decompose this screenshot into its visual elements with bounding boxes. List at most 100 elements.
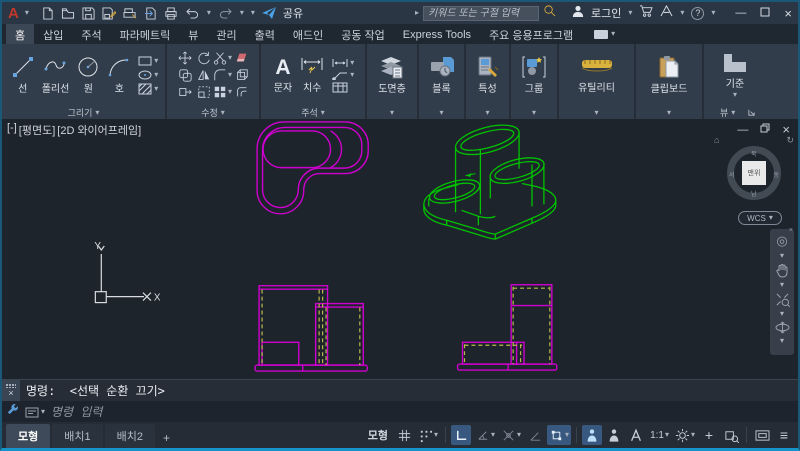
dimension-button[interactable]: 치수 bbox=[297, 56, 327, 94]
login-caret-icon[interactable]: ▾ bbox=[628, 9, 632, 17]
properties-button[interactable]: 특성 bbox=[474, 55, 502, 95]
tab-view[interactable]: 뷰 bbox=[179, 24, 207, 44]
save-as-icon[interactable] bbox=[102, 7, 116, 20]
compass-south[interactable]: 남 bbox=[751, 189, 757, 198]
panel-annotation-footer[interactable]: 주석▾ bbox=[261, 106, 365, 119]
array-button[interactable]: ▾ bbox=[213, 85, 232, 99]
rotate-button[interactable] bbox=[197, 51, 211, 65]
panel-draw-footer[interactable]: 그리기▾ bbox=[2, 106, 165, 119]
redo-icon[interactable] bbox=[218, 7, 233, 19]
search-expand-icon[interactable]: ▸ bbox=[415, 9, 419, 17]
annotation-autoscale-toggle[interactable] bbox=[604, 425, 624, 445]
leader-button[interactable]: ▾ bbox=[332, 70, 354, 80]
layout2-tab[interactable]: 배치2 bbox=[105, 424, 155, 448]
viewcube-home-icon[interactable]: ⌂ bbox=[714, 135, 719, 145]
panel-view-footer[interactable]: 뷰▾ bbox=[704, 106, 798, 119]
cart-icon[interactable] bbox=[639, 4, 653, 22]
snap-toggle[interactable]: ▾ bbox=[416, 425, 440, 445]
help-icon[interactable]: ? bbox=[691, 7, 704, 20]
polar-tracking-toggle[interactable]: ▾ bbox=[473, 425, 497, 445]
share-label[interactable]: 공유 bbox=[283, 5, 303, 21]
tab-manage[interactable]: 관리 bbox=[207, 24, 245, 44]
user-icon[interactable] bbox=[572, 4, 584, 22]
search-input[interactable] bbox=[423, 6, 539, 21]
viewcube[interactable]: ⌂ ↻ 북 남 동 서 맨위 bbox=[724, 143, 784, 203]
isodraft-toggle[interactable] bbox=[525, 425, 545, 445]
group-button[interactable]: 그룹 bbox=[519, 55, 549, 95]
tab-home[interactable]: 홈 bbox=[6, 24, 34, 44]
plus-button[interactable]: + bbox=[699, 425, 719, 445]
panel-clipboard-footer[interactable]: ▾ bbox=[636, 106, 702, 119]
tab-collaborate[interactable]: 공동 작업 bbox=[332, 24, 394, 44]
ortho-toggle[interactable] bbox=[451, 425, 471, 445]
print-icon[interactable] bbox=[164, 7, 178, 20]
orbit-icon[interactable] bbox=[775, 321, 790, 334]
panel-group-footer[interactable]: ▾ bbox=[511, 106, 557, 119]
zoom-icon[interactable] bbox=[775, 292, 790, 307]
annotation-scale-icon[interactable] bbox=[626, 425, 646, 445]
save-icon[interactable] bbox=[82, 7, 95, 20]
panel-properties-footer[interactable]: ▾ bbox=[466, 106, 509, 119]
clipboard-button[interactable]: 클립보드 bbox=[649, 55, 690, 95]
tab-annotate[interactable]: 주석 bbox=[72, 24, 110, 44]
polyline-button[interactable]: 폴리선 bbox=[40, 55, 72, 95]
autocad-logo-icon[interactable]: A bbox=[8, 6, 19, 21]
viewcube-rotate-icon[interactable]: ↻ bbox=[786, 135, 794, 146]
drawing-canvas[interactable]: Y X [-] [평면도] [2D 와이어프레임] — × ⌂ ↻ 북 남 동 … bbox=[2, 119, 798, 379]
drawing-restore-button[interactable] bbox=[760, 123, 770, 136]
undo-caret-icon[interactable]: ▾ bbox=[207, 9, 211, 17]
export-icon[interactable] bbox=[144, 7, 157, 20]
ribbon-options-button[interactable]: ▾ bbox=[588, 24, 621, 44]
minimize-button[interactable]: — bbox=[735, 8, 746, 19]
close-button[interactable]: × bbox=[784, 7, 792, 20]
osnap-tracking-toggle[interactable]: ▾ bbox=[499, 425, 523, 445]
new-file-icon[interactable] bbox=[41, 7, 54, 20]
drawing-minimize-button[interactable]: — bbox=[737, 124, 748, 136]
tab-featured-apps[interactable]: 주요 응용프로그램 bbox=[480, 24, 582, 44]
help-caret-icon[interactable]: ▾ bbox=[711, 9, 715, 17]
viewport-menu[interactable]: [-] bbox=[7, 122, 17, 138]
mirror-button[interactable] bbox=[197, 68, 211, 82]
autodesk-caret-icon[interactable]: ▾ bbox=[680, 9, 684, 17]
erase-button[interactable] bbox=[235, 51, 249, 65]
command-close-icon[interactable]: × bbox=[8, 389, 13, 398]
isolate-objects-button[interactable] bbox=[721, 425, 741, 445]
model-space-label[interactable]: 모형 bbox=[368, 427, 388, 443]
zoom-caret-icon[interactable]: ▾ bbox=[780, 310, 784, 318]
utilities-button[interactable]: 유틸리티 bbox=[576, 56, 617, 94]
hatch-button[interactable]: ▾ bbox=[138, 83, 158, 95]
login-label[interactable]: 로그인 bbox=[591, 5, 621, 21]
qat-customize-caret-icon[interactable]: ▾ bbox=[251, 9, 255, 17]
text-button[interactable]: A 문자 bbox=[272, 57, 294, 94]
pan-icon[interactable] bbox=[775, 263, 789, 278]
explode-button[interactable] bbox=[235, 68, 249, 82]
rectangle-button[interactable]: ▾ bbox=[138, 55, 158, 67]
panel-utilities-footer[interactable]: ▾ bbox=[559, 106, 634, 119]
grid-toggle[interactable] bbox=[394, 425, 414, 445]
model-tab[interactable]: 모형 bbox=[6, 424, 50, 448]
arc-button[interactable]: 호 bbox=[105, 55, 133, 95]
app-menu-caret-icon[interactable]: ▾ bbox=[25, 9, 29, 17]
panel-modify-footer[interactable]: 수정▾ bbox=[167, 106, 259, 119]
command-dock-handle[interactable]: × bbox=[2, 380, 20, 401]
tab-parametric[interactable]: 파라메트릭 bbox=[111, 24, 180, 44]
line-button[interactable]: 선 bbox=[9, 55, 37, 95]
annotation-visibility-toggle[interactable] bbox=[582, 425, 602, 445]
viewport-visual-style-control[interactable]: [2D 와이어프레임] bbox=[57, 122, 141, 138]
scale-button[interactable] bbox=[197, 85, 211, 99]
wcs-button[interactable]: WCS▾ bbox=[738, 211, 782, 225]
osnap-toggle[interactable]: ▾ bbox=[547, 425, 571, 445]
customization-menu-button[interactable]: ≡ bbox=[774, 425, 794, 445]
undo-icon[interactable] bbox=[185, 7, 200, 19]
copy-button[interactable] bbox=[178, 68, 192, 82]
maximize-button[interactable] bbox=[760, 7, 770, 20]
offset-button[interactable] bbox=[235, 85, 249, 99]
fillet-button[interactable]: ▾ bbox=[213, 68, 232, 82]
circle-button[interactable]: 원 bbox=[74, 55, 102, 95]
settings-gear-button[interactable]: ▾ bbox=[673, 425, 697, 445]
recent-commands-icon[interactable]: ▾ bbox=[25, 407, 45, 418]
redo-caret-icon[interactable]: ▾ bbox=[240, 9, 244, 17]
tab-addins[interactable]: 애드인 bbox=[284, 24, 332, 44]
command-input[interactable] bbox=[49, 404, 798, 420]
viewcube-top-face[interactable]: 맨위 bbox=[742, 161, 766, 185]
